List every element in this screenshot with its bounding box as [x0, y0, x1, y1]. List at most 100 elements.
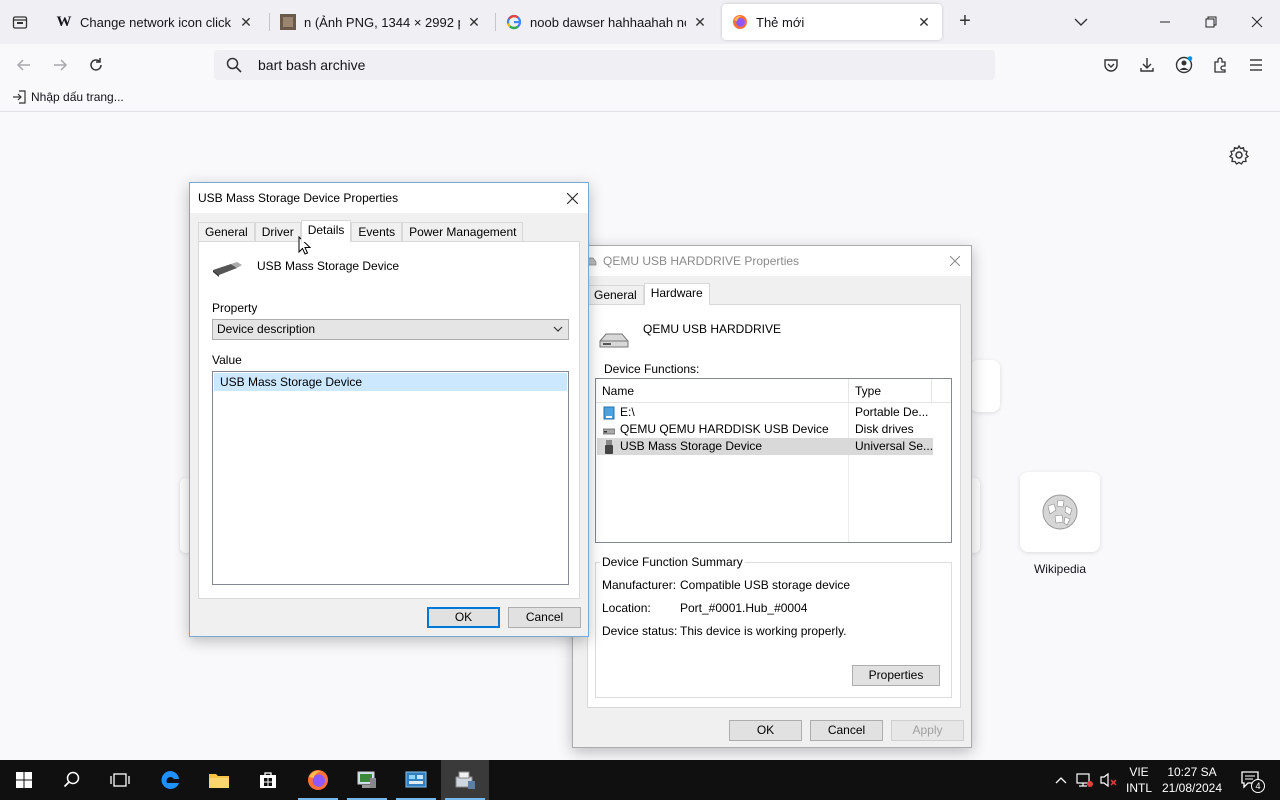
tab-new-tab[interactable]: Thẻ mới ✕ — [722, 4, 942, 40]
tab-label: noob dawser hahhaahah noob - T — [530, 14, 686, 30]
top-site-wikipedia[interactable] — [1020, 472, 1100, 552]
disk-icon — [603, 428, 615, 434]
close-icon[interactable]: ✕ — [238, 14, 254, 31]
list-item[interactable]: USB Mass Storage Device Universal Se... — [597, 438, 933, 455]
ok-button[interactable]: OK — [427, 607, 500, 628]
start-button[interactable] — [0, 760, 48, 800]
column-name[interactable]: Name — [596, 379, 849, 403]
location-label: Location: — [602, 601, 651, 615]
list-all-tabs-button[interactable] — [1072, 12, 1090, 32]
usb-properties-dialog: USB Mass Storage Device Properties Gener… — [189, 182, 589, 637]
list-item[interactable]: QEMU QEMU HARDDISK USB Device Disk drive… — [597, 421, 933, 438]
apply-button[interactable]: Apply — [891, 720, 964, 741]
list-item[interactable]: E:\ Portable De... — [597, 404, 933, 421]
google-g-icon — [506, 14, 522, 30]
import-icon — [13, 90, 26, 104]
volume-button[interactable] — [1098, 760, 1120, 800]
usb-stick-icon — [213, 262, 242, 277]
restore-button[interactable] — [1196, 8, 1226, 36]
edge-button[interactable] — [146, 760, 194, 800]
file-explorer-button[interactable] — [195, 760, 243, 800]
url-input[interactable] — [258, 54, 978, 76]
close-icon[interactable]: ✕ — [916, 14, 932, 31]
list-item[interactable]: USB Mass Storage Device — [214, 373, 567, 391]
forward-button[interactable] — [48, 53, 72, 77]
dialog-tabs: General Driver Details Events Power Mana… — [198, 220, 524, 242]
pocket-icon — [1104, 59, 1118, 72]
tab-label: Thẻ mới — [756, 14, 805, 30]
bookmark-label: Nhập dấu trang... — [31, 90, 124, 104]
details-panel: USB Mass Storage Device Property Device … — [198, 241, 580, 599]
url-bar[interactable] — [214, 50, 995, 80]
minimize-button[interactable] — [1150, 8, 1180, 36]
app-menu-button[interactable] — [1246, 55, 1266, 75]
property-selected-value: Device description — [217, 322, 316, 336]
tab-google[interactable]: noob dawser hahhaahah noob - T ✕ — [496, 4, 718, 40]
tab-driver[interactable]: Driver — [254, 222, 301, 242]
tab-general[interactable]: General — [587, 285, 644, 305]
shortcut-tile[interactable] — [970, 360, 1000, 412]
search-button[interactable] — [48, 760, 96, 800]
store-button[interactable] — [244, 760, 292, 800]
windows-logo-icon — [16, 772, 32, 788]
properties-button[interactable]: Properties — [852, 665, 940, 686]
reload-button[interactable] — [84, 53, 108, 77]
firefox-taskbar-button[interactable] — [294, 760, 342, 800]
device-functions-list[interactable]: Name Type E:\ Portable De... QEMU QEMU H… — [595, 378, 952, 543]
account-button[interactable] — [1174, 55, 1194, 75]
tab-events[interactable]: Events — [351, 222, 403, 242]
close-button[interactable] — [945, 251, 965, 271]
wikipedia-globe-icon — [1042, 494, 1078, 530]
pocket-button[interactable] — [1101, 55, 1121, 75]
cancel-button[interactable]: Cancel — [810, 720, 883, 741]
usb-icon — [605, 439, 613, 454]
network-button[interactable] — [1074, 760, 1096, 800]
tab-wikipedia[interactable]: W Change network icon click actio ✕ — [46, 4, 264, 40]
column-type[interactable]: Type — [849, 379, 932, 403]
import-bookmarks-link[interactable]: Nhập dấu trang... — [12, 90, 124, 104]
firefox-view-button[interactable] — [8, 10, 32, 34]
close-button[interactable] — [562, 188, 582, 208]
cancel-button[interactable]: Cancel — [508, 607, 581, 628]
device-status-value: This device is working properly. — [680, 624, 847, 638]
property-label: Property — [212, 301, 258, 315]
manufacturer-label: Manufacturer: — [602, 578, 677, 592]
top-site-label: Wikipedia — [1033, 562, 1087, 576]
task-view-icon — [110, 773, 130, 787]
back-button[interactable] — [12, 53, 36, 77]
property-dropdown[interactable]: Device description — [212, 319, 569, 340]
tab-power-management[interactable]: Power Management — [402, 222, 524, 242]
restore-icon — [1205, 16, 1217, 28]
device-name: USB Mass Storage Device — [257, 259, 400, 273]
new-tab-button[interactable]: + — [954, 10, 976, 34]
task-view-button[interactable] — [96, 760, 144, 800]
value-list[interactable]: USB Mass Storage Device — [212, 371, 569, 585]
location-value: Port_#0001.Hub_#0004 — [680, 601, 808, 615]
control-panel-icon — [405, 771, 427, 788]
action-center-button[interactable]: 4 — [1236, 760, 1266, 800]
show-hidden-icons-button[interactable] — [1050, 760, 1072, 800]
close-icon[interactable]: ✕ — [692, 14, 708, 31]
dialog-titlebar: USB Mass Storage Device Properties — [190, 183, 588, 213]
clock[interactable]: 10:27 SA 21/08/2024 — [1156, 764, 1228, 796]
bookmarks-toolbar: Nhập dấu trang... — [0, 86, 1280, 112]
tab-image[interactable]: n (Ảnh PNG, 1344 × 2992 pixel) ✕ — [270, 4, 492, 40]
notification-count: 4 — [1251, 779, 1265, 793]
tab-hardware[interactable]: Hardware — [643, 283, 710, 305]
ok-button[interactable]: OK — [729, 720, 802, 741]
downloads-button[interactable] — [1137, 55, 1157, 75]
input-language-indicator[interactable]: VIE INTL — [1124, 764, 1154, 796]
close-window-button[interactable] — [1242, 8, 1272, 36]
device-manager-taskbar-button[interactable] — [343, 760, 391, 800]
close-icon[interactable]: ✕ — [466, 14, 482, 31]
hamburger-menu-icon — [1250, 59, 1262, 71]
tab-details[interactable]: Details — [300, 220, 352, 242]
device-status-label: Device status: — [602, 624, 678, 638]
hardware-wizard-taskbar-button[interactable] — [441, 760, 489, 800]
tab-general[interactable]: General — [198, 222, 255, 242]
taskbar: VIE INTL 10:27 SA 21/08/2024 4 — [0, 760, 1280, 800]
plus-icon: + — [959, 10, 971, 32]
control-panel-taskbar-button[interactable] — [392, 760, 440, 800]
gear-icon[interactable] — [1228, 144, 1250, 166]
extensions-button[interactable] — [1210, 55, 1230, 75]
